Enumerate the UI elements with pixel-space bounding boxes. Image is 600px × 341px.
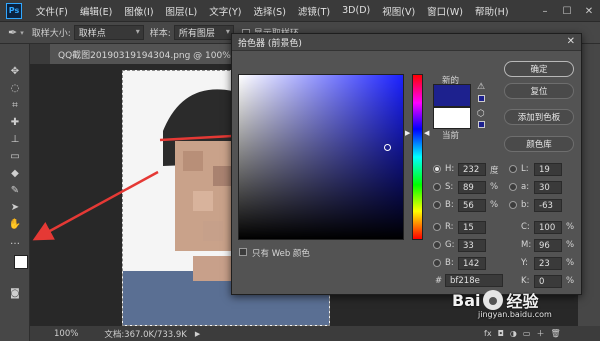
c-field[interactable]: 100 (534, 221, 562, 234)
c-unit: % (566, 222, 575, 232)
adjustment-icon[interactable]: ◑ (510, 329, 517, 338)
dialog-title-bar: 拾色器 (前景色) ✕ (232, 34, 581, 51)
c-label: C: (521, 222, 530, 232)
only-web-colors-label: 只有 Web 颜色 (252, 249, 310, 259)
h-label: H: (445, 164, 455, 174)
blue-field[interactable]: 142 (458, 257, 486, 270)
m-field[interactable]: 96 (534, 239, 562, 252)
fx-icon[interactable]: fx (484, 329, 492, 338)
radio-h[interactable] (433, 165, 441, 173)
radio-s[interactable] (433, 183, 441, 191)
watermark-brand-mid: 经验 (506, 292, 539, 311)
g-label: G: (445, 240, 455, 250)
add-to-swatches-button[interactable]: 添加到色板 (504, 109, 574, 125)
gamut-color-swatch[interactable] (478, 95, 485, 102)
y-unit: % (566, 258, 575, 268)
lab-b-label: b: (521, 200, 530, 210)
s-label: S: (445, 182, 454, 192)
radio-blue[interactable] (433, 259, 441, 267)
b-field[interactable]: 56 (458, 199, 486, 212)
radio-r[interactable] (433, 223, 441, 231)
hue-slider-left-arrow-icon[interactable]: ▶ (405, 129, 410, 137)
a-label: a: (521, 182, 530, 192)
m-unit: % (566, 240, 575, 250)
dialog-title: 拾色器 (前景色) (238, 38, 302, 49)
k-field[interactable]: 0 (534, 275, 562, 288)
reset-button[interactable]: 复位 (504, 83, 574, 99)
hue-slider[interactable] (412, 74, 423, 240)
k-unit: % (566, 276, 575, 286)
group-icon[interactable]: ▭ (523, 329, 531, 338)
s-unit: % (490, 182, 499, 192)
watermark-brand: Bai (452, 290, 481, 310)
g-field[interactable]: 33 (458, 239, 486, 252)
y-label: Y: (521, 258, 528, 268)
saturation-brightness-field[interactable] (238, 74, 404, 240)
k-label: K: (521, 276, 530, 286)
radio-b[interactable] (433, 201, 441, 209)
baidu-paw-icon (483, 290, 504, 310)
web-safe-color-swatch[interactable] (478, 121, 485, 128)
l-label: L: (521, 164, 529, 174)
color-field-cursor[interactable] (384, 144, 391, 151)
mask-icon[interactable]: ◘ (498, 329, 504, 338)
layer-panel-footer: fx ◘ ◑ ▭ ＋ 🗑 (484, 326, 578, 341)
a-field[interactable]: 30 (534, 181, 562, 194)
ok-button[interactable]: 确定 (504, 61, 574, 77)
baidu-watermark: Bai 经验 (452, 288, 539, 312)
watermark-url: jingyan.baidu.com (478, 310, 552, 319)
m-label: M: (521, 240, 532, 250)
r-label: R: (445, 222, 454, 232)
document-size: 文档:367.0K/733.9K (104, 329, 187, 340)
close-icon[interactable]: ✕ (567, 36, 575, 47)
web-safe-cube-icon[interactable]: ⬡ (477, 109, 485, 119)
b-unit: % (490, 200, 499, 210)
hue-slider-right-arrow-icon[interactable]: ◀ (424, 129, 429, 137)
hex-field[interactable]: bf218e (445, 274, 503, 287)
new-color-swatch (433, 84, 471, 107)
color-picker-dialog: 拾色器 (前景色) ✕ ▶ ◀ 新的 当前 ⚠ ⬡ 确定 复位 添加到色板 颜色… (231, 33, 582, 295)
r-field[interactable]: 15 (458, 221, 486, 234)
hex-label: # (435, 276, 443, 286)
lab-b-field[interactable]: -63 (534, 199, 562, 212)
current-color-label: 当前 (442, 131, 460, 141)
h-field[interactable]: 232 (458, 163, 486, 176)
trash-icon[interactable]: 🗑 (550, 329, 560, 338)
out-of-gamut-warning-icon[interactable]: ⚠ (477, 82, 485, 92)
photoshop-window: Ps 文件(F) 编辑(E) 图像(I) 图层(L) 文字(Y) 选择(S) 滤… (0, 0, 600, 341)
blue-label: B: (445, 258, 454, 268)
radio-l[interactable] (509, 165, 517, 173)
radio-lab-b[interactable] (509, 201, 517, 209)
h-unit: 度 (490, 166, 499, 176)
current-color-swatch[interactable] (433, 107, 471, 129)
b-label: B: (445, 200, 454, 210)
y-field[interactable]: 23 (534, 257, 562, 270)
s-field[interactable]: 89 (458, 181, 486, 194)
radio-g[interactable] (433, 241, 441, 249)
only-web-colors-checkbox[interactable] (239, 248, 247, 256)
arrow-to-foreground-swatch (32, 170, 159, 241)
l-field[interactable]: 19 (534, 163, 562, 176)
new-layer-icon[interactable]: ＋ (536, 328, 544, 339)
color-libraries-button[interactable]: 颜色库 (504, 136, 574, 152)
radio-a[interactable] (509, 183, 517, 191)
status-menu-icon[interactable]: ▶ (195, 330, 200, 338)
zoom-level[interactable]: 100% (54, 329, 78, 339)
